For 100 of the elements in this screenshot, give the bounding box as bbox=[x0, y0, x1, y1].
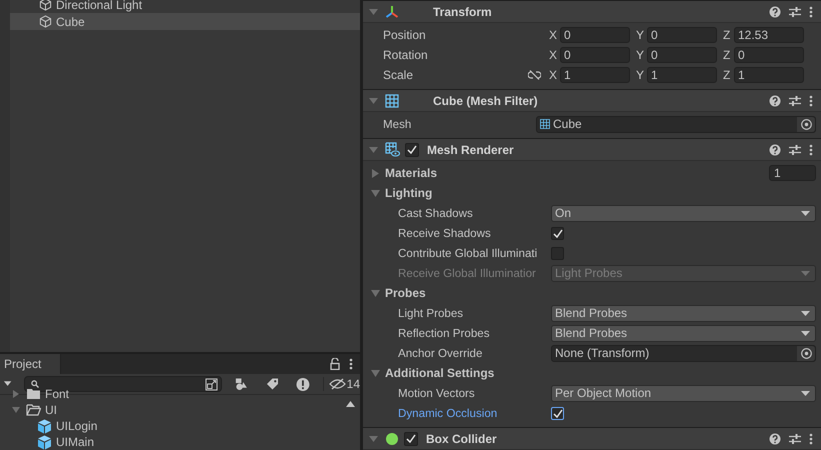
axis-label: X bbox=[548, 68, 558, 82]
property-label: Rotation bbox=[382, 48, 429, 62]
enabled-checkbox[interactable] bbox=[405, 142, 419, 156]
project-item[interactable]: UIMain bbox=[0, 434, 360, 450]
prefab-cube-icon bbox=[37, 434, 52, 450]
number-field[interactable]: 12.53 bbox=[734, 27, 804, 43]
axis-label: X bbox=[548, 28, 558, 42]
checkbox[interactable] bbox=[551, 226, 564, 240]
number-field[interactable]: 0 bbox=[560, 47, 630, 63]
settings-sliders-icon[interactable] bbox=[789, 432, 801, 444]
number-field[interactable]: 1 bbox=[560, 67, 630, 83]
project-item[interactable]: UI bbox=[0, 402, 360, 418]
property-label: Scale bbox=[382, 68, 414, 82]
settings-sliders-icon[interactable] bbox=[789, 6, 801, 18]
property-label: Mesh bbox=[382, 118, 412, 130]
number-field[interactable]: 0 bbox=[560, 27, 630, 43]
folder-icon bbox=[26, 404, 41, 416]
section-label[interactable]: Probes bbox=[385, 286, 426, 300]
dropdown-arrow-icon bbox=[801, 210, 810, 216]
search-icon bbox=[31, 380, 40, 388]
cube-icon bbox=[39, 15, 52, 28]
dropdown-arrow-icon bbox=[801, 270, 810, 276]
cube-icon bbox=[39, 0, 52, 11]
number-field[interactable]: 0 bbox=[734, 47, 804, 63]
help-icon[interactable] bbox=[769, 6, 781, 18]
more-icon[interactable] bbox=[809, 432, 813, 444]
dropdown[interactable]: Blend Probes bbox=[551, 304, 816, 322]
sphere-icon bbox=[385, 432, 399, 446]
dropdown-arrow-icon bbox=[801, 390, 810, 396]
more-icon[interactable] bbox=[809, 6, 813, 18]
property-label: Receive Global Illuminatior bbox=[397, 266, 537, 280]
settings-sliders-icon[interactable] bbox=[789, 94, 801, 106]
transform-axes-icon bbox=[385, 4, 399, 18]
dropdown-arrow-icon bbox=[801, 330, 810, 336]
scroll-up-icon[interactable] bbox=[346, 401, 355, 407]
axis-label: Y bbox=[635, 48, 646, 62]
axis-label: Z bbox=[722, 48, 732, 62]
property-label: Reflection Probes bbox=[397, 326, 491, 340]
component-header[interactable]: Cube (Mesh Filter) bbox=[363, 90, 821, 112]
checkbox[interactable] bbox=[551, 406, 564, 420]
create-dropdown-icon[interactable] bbox=[3, 381, 12, 387]
expand-icon[interactable] bbox=[205, 378, 218, 390]
more-icon[interactable] bbox=[349, 358, 353, 370]
axis-label: Y bbox=[635, 28, 646, 42]
property-label: Anchor Override bbox=[397, 346, 484, 360]
property-label: Contribute Global Illuminati bbox=[397, 246, 538, 260]
object-picker-icon[interactable] bbox=[800, 118, 812, 130]
prefab-cube-icon bbox=[37, 418, 52, 434]
project-tab[interactable]: Project bbox=[0, 354, 61, 374]
help-icon[interactable] bbox=[769, 432, 781, 444]
axis-label: Z bbox=[722, 68, 732, 82]
axis-label: Y bbox=[635, 68, 646, 82]
property-label: Receive Shadows bbox=[397, 226, 492, 240]
section-label[interactable]: Lighting bbox=[385, 186, 432, 200]
more-icon[interactable] bbox=[809, 94, 813, 106]
checkbox[interactable] bbox=[551, 246, 564, 260]
property-label: Motion Vectors bbox=[397, 386, 476, 400]
grid-icon bbox=[540, 119, 550, 129]
number-field[interactable]: 0 bbox=[647, 27, 717, 43]
shapes-icon[interactable] bbox=[234, 377, 249, 391]
section-label[interactable]: Additional Settings bbox=[385, 366, 494, 380]
object-field[interactable]: None (Transform) bbox=[551, 344, 816, 362]
help-icon[interactable] bbox=[769, 94, 781, 106]
count-field[interactable]: 1 bbox=[769, 165, 816, 181]
warning-icon[interactable] bbox=[296, 376, 310, 392]
project-item[interactable]: UILogin bbox=[0, 418, 360, 434]
grid-icon bbox=[385, 94, 399, 108]
property-label: Light Probes bbox=[397, 306, 464, 320]
object-field[interactable]: Cube bbox=[536, 116, 816, 132]
component-header[interactable]: Transform bbox=[363, 1, 821, 23]
number-field[interactable]: 1 bbox=[647, 67, 717, 83]
number-field[interactable]: 0 bbox=[647, 47, 717, 63]
component-title: Transform bbox=[433, 4, 492, 18]
section-label[interactable]: Materials bbox=[385, 166, 438, 180]
dropdown[interactable]: On bbox=[551, 204, 816, 222]
enabled-checkbox[interactable] bbox=[404, 432, 418, 446]
component-header[interactable]: Mesh Renderer bbox=[363, 139, 821, 161]
number-field[interactable]: 1 bbox=[734, 67, 804, 83]
grid-eye-icon bbox=[385, 142, 400, 157]
eye-hidden-icon bbox=[328, 378, 346, 390]
lock-icon[interactable] bbox=[330, 358, 340, 370]
help-icon[interactable] bbox=[769, 144, 781, 156]
more-icon[interactable] bbox=[809, 144, 813, 156]
component-title: Cube (Mesh Filter) bbox=[433, 94, 538, 108]
hierarchy-item[interactable]: Directional Light bbox=[10, 0, 360, 13]
dropdown[interactable]: Blend Probes bbox=[551, 324, 816, 342]
component-title: Box Collider bbox=[426, 432, 497, 446]
property-label: Dynamic Occlusion bbox=[397, 406, 498, 420]
collapsed-arrow-icon[interactable] bbox=[12, 390, 20, 398]
dropdown[interactable]: Per Object Motion bbox=[551, 384, 816, 402]
component-title: Mesh Renderer bbox=[427, 142, 514, 156]
object-picker-icon[interactable] bbox=[800, 348, 812, 358]
settings-sliders-icon[interactable] bbox=[789, 144, 801, 156]
tag-icon[interactable] bbox=[266, 377, 279, 391]
axis-label: Z bbox=[722, 28, 732, 42]
hierarchy-item[interactable]: Cube bbox=[10, 13, 360, 30]
dropdown-arrow-icon bbox=[801, 310, 810, 316]
property-label: Position bbox=[382, 28, 427, 42]
component-header[interactable]: Box Collider bbox=[363, 428, 821, 450]
unlinked-icon[interactable] bbox=[528, 70, 541, 80]
